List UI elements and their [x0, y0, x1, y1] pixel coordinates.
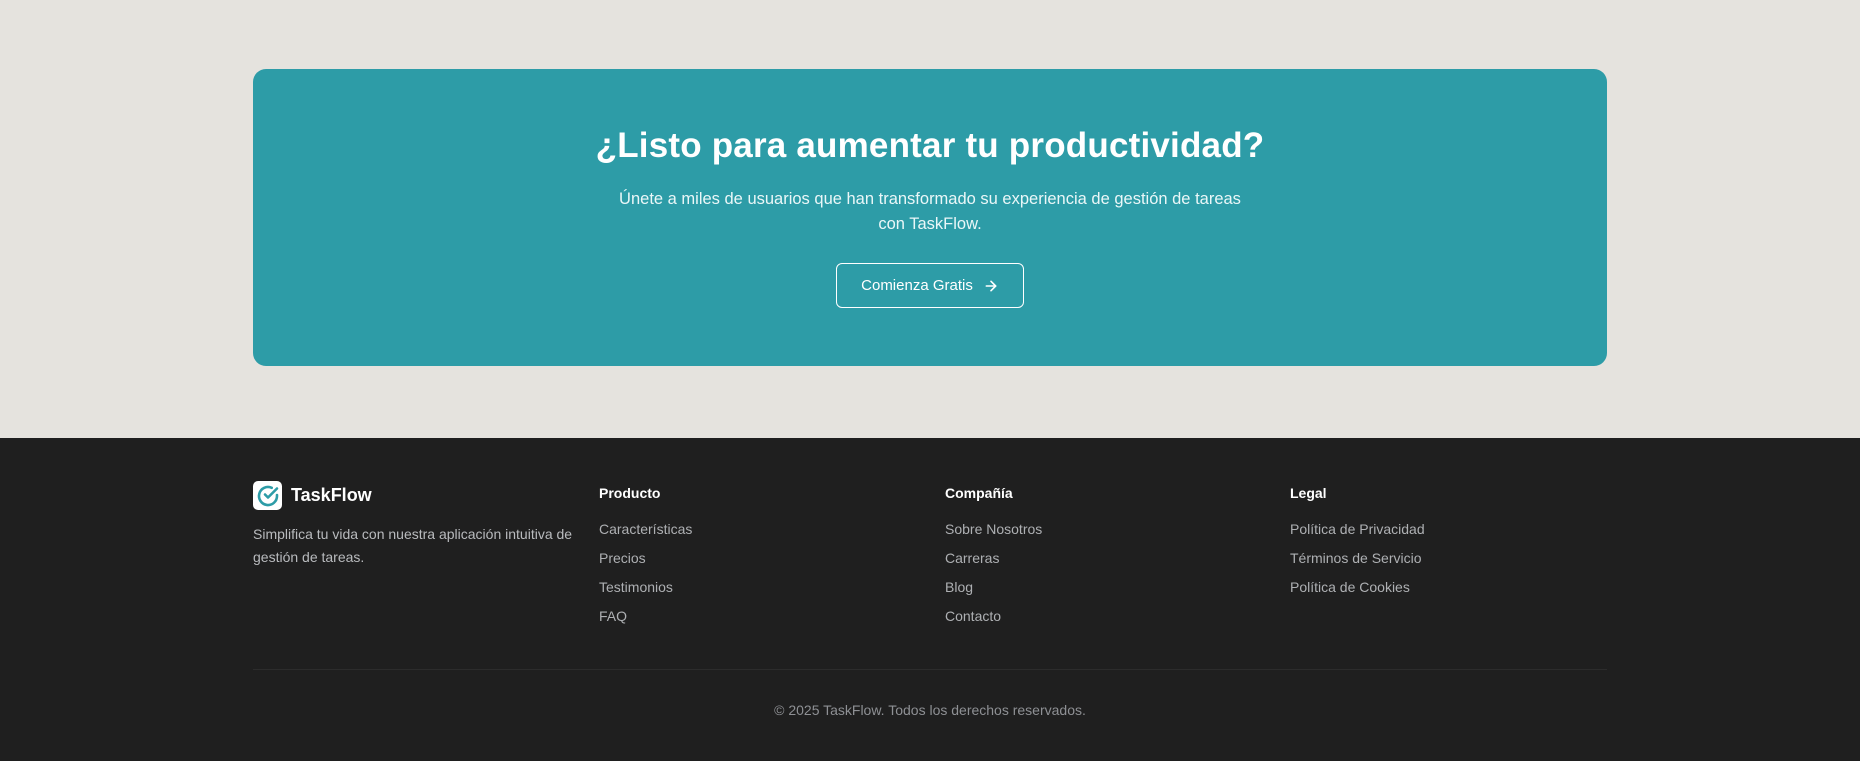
footer-link-contacto[interactable]: Contacto	[945, 608, 1042, 637]
brand-name: TaskFlow	[291, 485, 372, 505]
footer-column-title: Compañía	[945, 485, 1013, 501]
check-circle-icon	[257, 485, 278, 506]
footer-divider	[253, 669, 1607, 670]
cta-section: ¿Listo para aumentar tu productividad? Ú…	[0, 0, 1860, 438]
brand-description: Simplifica tu vida con nuestra aplicació…	[253, 526, 573, 565]
footer-link-terminos[interactable]: Términos de Servicio	[1290, 550, 1425, 579]
footer-link-precios[interactable]: Precios	[599, 550, 692, 579]
cta-card: ¿Listo para aumentar tu productividad? Ú…	[253, 69, 1607, 366]
logo	[253, 481, 282, 510]
footer: TaskFlow Simplifica tu vida con nuestra …	[0, 438, 1860, 761]
footer-brand[interactable]: TaskFlow	[253, 481, 372, 510]
footer-link-caracteristicas[interactable]: Características	[599, 521, 692, 550]
footer-link-privacidad[interactable]: Política de Privacidad	[1290, 521, 1425, 550]
arrow-right-icon	[985, 280, 997, 291]
footer-link-sobre-nosotros[interactable]: Sobre Nosotros	[945, 521, 1042, 550]
footer-link-testimonios[interactable]: Testimonios	[599, 579, 692, 608]
footer-column-producto: Producto Características Precios Testimo…	[599, 485, 692, 637]
footer-link-blog[interactable]: Blog	[945, 579, 1042, 608]
footer-column-title: Producto	[599, 485, 661, 501]
cta-subtitle: Únete a miles de usuarios que han transf…	[619, 190, 1241, 233]
footer-link-carreras[interactable]: Carreras	[945, 550, 1042, 579]
cta-title: ¿Listo para aumentar tu productividad?	[595, 126, 1265, 165]
footer-column-legal: Legal Política de Privacidad Términos de…	[1290, 485, 1425, 608]
footer-column-title: Legal	[1290, 485, 1327, 501]
footer-link-cookies[interactable]: Política de Cookies	[1290, 579, 1425, 608]
start-free-button-label: Comienza Gratis	[861, 277, 973, 294]
footer-column-compania: Compañía Sobre Nosotros Carreras Blog Co…	[945, 485, 1042, 637]
copyright: © 2025 TaskFlow. Todos los derechos rese…	[774, 702, 1086, 718]
footer-link-faq[interactable]: FAQ	[599, 608, 692, 637]
start-free-button[interactable]: Comienza Gratis	[836, 263, 1024, 308]
